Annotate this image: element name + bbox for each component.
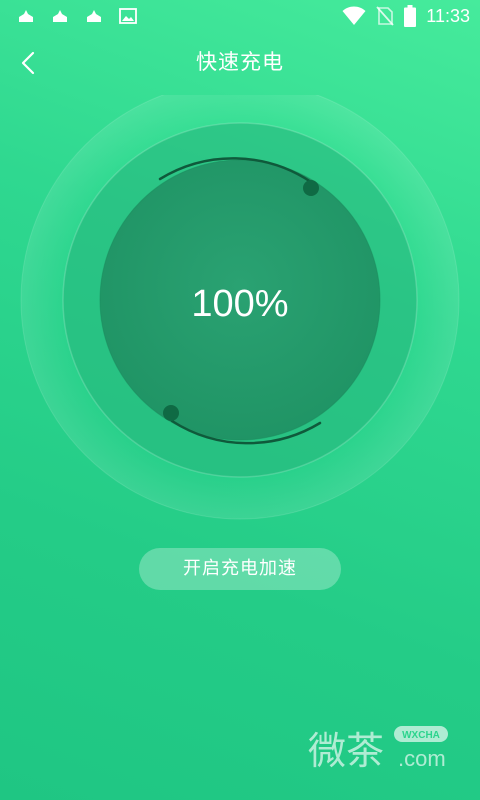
- notification-icon: [53, 10, 67, 22]
- status-bar-notifications: [16, 6, 138, 26]
- notification-icon: [19, 10, 33, 22]
- notification-icon: [87, 10, 101, 22]
- wxcha-watermark-logo: 微茶 WXCHA .com: [308, 726, 448, 773]
- boost-charging-button[interactable]: 开启充电加速: [139, 548, 341, 590]
- status-time: 11:33: [426, 6, 470, 26]
- image-icon: [119, 8, 137, 24]
- svg-text:微茶: 微茶: [308, 729, 384, 773]
- svg-text:.com: .com: [398, 746, 446, 771]
- page-title: 快速充电: [196, 50, 284, 74]
- fast-charge-screen: 11:33 快速充电 100% 开启充电加速 微茶 WXCHA .com: [0, 0, 480, 800]
- battery-icon: [404, 5, 417, 27]
- charge-percent: 100%: [191, 283, 289, 325]
- status-bar: 11:33: [0, 0, 480, 32]
- progress-dot-top: [303, 180, 319, 196]
- svg-text:WXCHA: WXCHA: [402, 730, 440, 741]
- no-sim-icon: [376, 6, 394, 26]
- status-bar-system: 11:33: [342, 4, 470, 28]
- progress-dot-bottom: [163, 405, 179, 421]
- app-header: 快速充电: [0, 40, 480, 84]
- wifi-icon: [342, 6, 366, 25]
